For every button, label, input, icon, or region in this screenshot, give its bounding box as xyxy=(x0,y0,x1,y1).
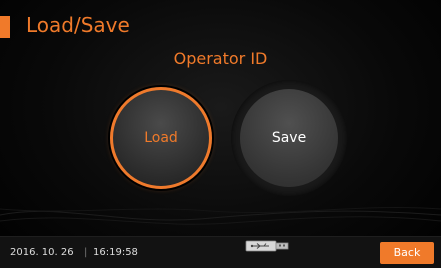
status-time: 16:19:58 xyxy=(93,247,138,258)
status-separator: | xyxy=(84,247,88,258)
title-bar: Load/Save xyxy=(0,0,441,40)
title-accent-bar xyxy=(0,16,10,38)
load-save-screen: Load/Save Operator ID Load Save 2016. 10… xyxy=(0,0,441,268)
save-button[interactable]: Save xyxy=(240,89,338,187)
save-button-label: Save xyxy=(271,130,307,146)
usb-drive-icon xyxy=(245,240,289,252)
load-button-label: Load xyxy=(144,130,178,146)
page-title: Load/Save xyxy=(26,13,130,37)
load-button[interactable]: Load xyxy=(110,87,212,189)
section-subtitle: Operator ID xyxy=(173,49,268,68)
back-button[interactable]: Back xyxy=(380,242,434,264)
status-date: 2016. 10. 26 xyxy=(10,247,74,258)
status-bar: 2016. 10. 26 | 16:19:58 xyxy=(0,236,441,268)
decorative-wave xyxy=(0,206,441,225)
